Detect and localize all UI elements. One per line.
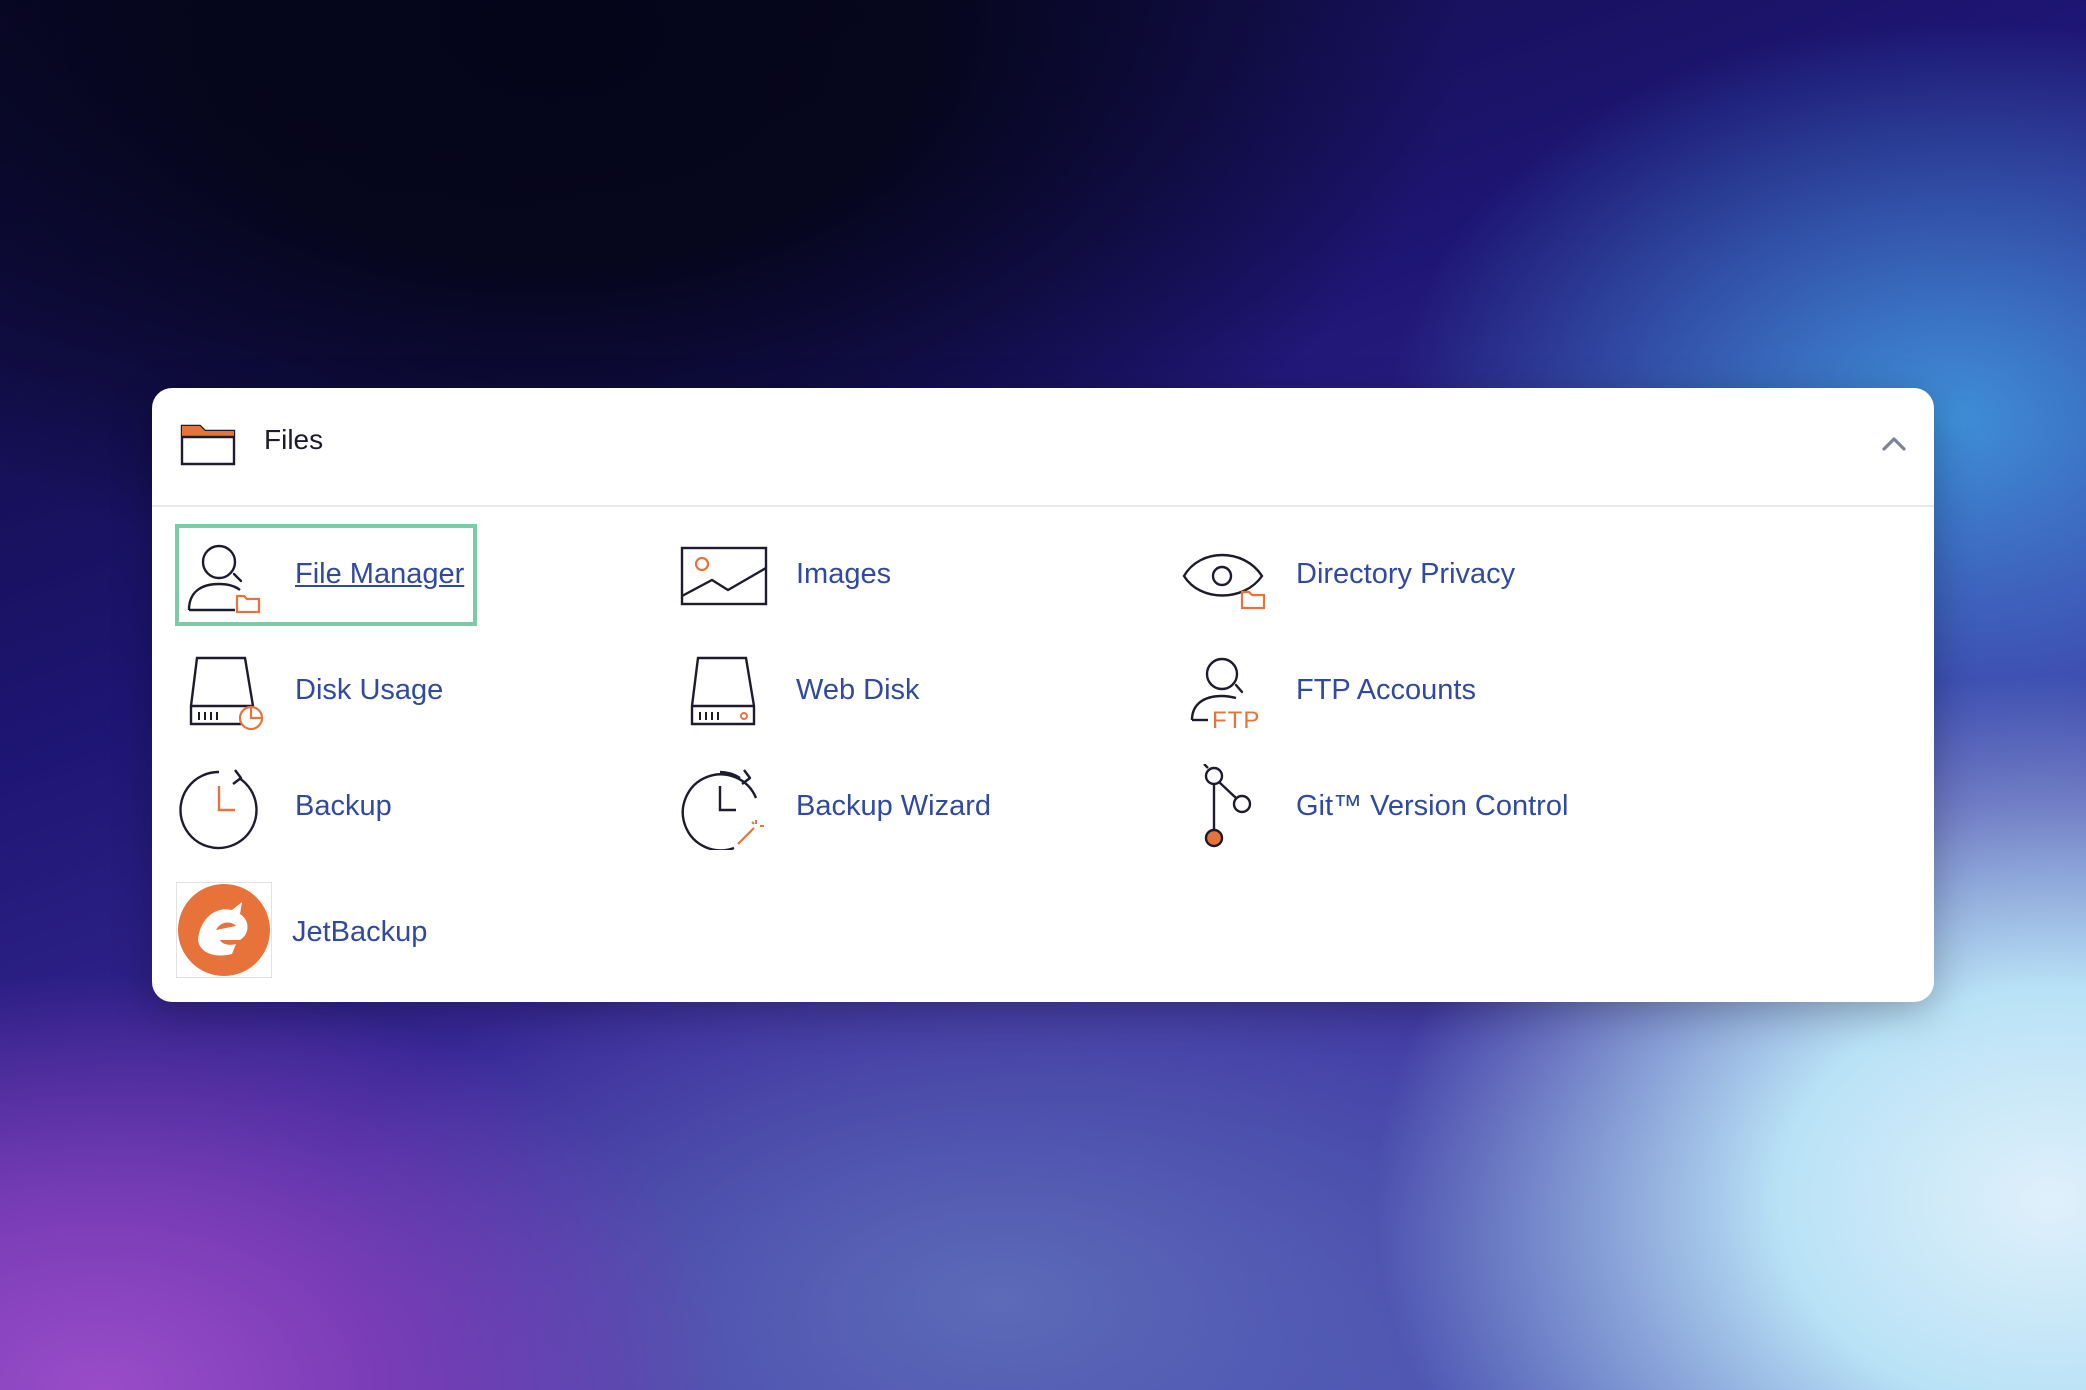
tool-label[interactable]: Git™ Version Control (1296, 790, 1568, 823)
tool-file-manager[interactable]: File Manager (175, 524, 477, 626)
jetbackup-icon (176, 882, 272, 978)
disk-usage-icon (189, 656, 264, 731)
tool-label[interactable]: Backup Wizard (796, 790, 991, 823)
backup-wizard-icon (681, 769, 764, 850)
tool-ftp-accounts[interactable]: FTP FTP Accounts (1180, 644, 1580, 738)
file-manager-icon (187, 544, 261, 614)
tool-label[interactable]: FTP Accounts (1296, 674, 1476, 707)
folder-icon (180, 424, 236, 466)
images-icon (680, 546, 768, 606)
directory-privacy-icon (1182, 553, 1266, 610)
tool-label[interactable]: Disk Usage (295, 674, 443, 707)
tool-label[interactable]: Backup (295, 790, 392, 823)
tool-backup[interactable]: Backup (179, 760, 479, 854)
files-panel: Files File Manager Images Directory Priv (152, 388, 1934, 1002)
tool-backup-wizard[interactable]: Backup Wizard (680, 760, 1000, 854)
tool-images[interactable]: Images (680, 528, 980, 622)
tool-directory-privacy[interactable]: Directory Privacy (1180, 528, 1580, 622)
tool-label[interactable]: JetBackup (292, 916, 427, 949)
tool-jetbackup[interactable]: JetBackup (176, 882, 476, 980)
tool-label[interactable]: Directory Privacy (1296, 558, 1515, 591)
tool-label[interactable]: File Manager (295, 558, 464, 591)
ftp-accounts-icon: FTP (1190, 657, 1260, 734)
tool-git-version-control[interactable]: Git™ Version Control (1180, 760, 1600, 854)
files-panel-header[interactable]: Files (152, 388, 1934, 507)
tool-label[interactable]: Web Disk (796, 674, 920, 707)
backup-icon (179, 769, 258, 850)
ftp-icon-text: FTP (1212, 707, 1260, 734)
tool-disk-usage[interactable]: Disk Usage (179, 644, 479, 738)
git-icon (1203, 764, 1252, 848)
tool-web-disk[interactable]: Web Disk (680, 644, 980, 738)
section-title: Files (264, 424, 324, 455)
web-disk-icon (690, 656, 756, 726)
tool-label[interactable]: Images (796, 558, 891, 591)
chevron-up-icon[interactable] (1876, 426, 1912, 462)
